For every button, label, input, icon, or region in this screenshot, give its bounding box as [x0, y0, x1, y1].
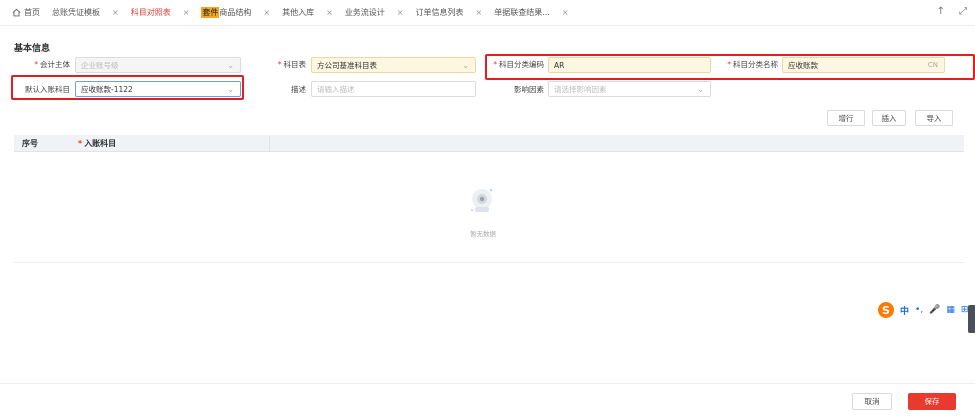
- tab-label: 商品结构: [219, 8, 252, 17]
- ime-toolbar[interactable]: S 中 •, 🎤 ▦ ⊞: [878, 301, 968, 319]
- section-title: 基本信息: [14, 44, 51, 54]
- required-mark: *: [493, 60, 497, 69]
- default-account-select[interactable]: 应收账款-1122 ⌄: [75, 81, 241, 97]
- tab-order-list[interactable]: 订单信息列表 ×: [410, 0, 489, 26]
- tab-label: 科目对照表: [130, 8, 171, 17]
- accounting-entity-label: * 会计主体: [30, 59, 70, 70]
- footer-divider: [0, 383, 975, 384]
- expand-icon[interactable]: ⤢: [959, 6, 967, 17]
- description-input[interactable]: 请输入描述: [311, 81, 476, 97]
- close-icon[interactable]: ×: [562, 8, 569, 17]
- close-icon[interactable]: ×: [476, 8, 483, 17]
- close-icon[interactable]: ×: [183, 8, 190, 17]
- default-account-label: 默认入账科目: [25, 85, 70, 94]
- insert-button[interactable]: 插入: [872, 110, 906, 126]
- category-name-label: * 科目分类名称: [718, 59, 778, 70]
- column-header-account: * 入账科目: [78, 134, 270, 152]
- side-drawer-handle[interactable]: [968, 305, 975, 333]
- label-text: 科目分类名称: [733, 60, 778, 69]
- chevron-down-icon: ⌄: [227, 85, 234, 94]
- tab-linked-query-results[interactable]: 单据联查结果... ×: [488, 0, 574, 26]
- chevron-down-icon: ⌄: [697, 85, 704, 94]
- tab-label: 总账凭证模板: [52, 8, 100, 17]
- close-icon[interactable]: ×: [326, 8, 333, 17]
- table-header: 序号 * 入账科目: [14, 134, 964, 152]
- empty-state-text: 暂无数据: [470, 230, 496, 238]
- category-code-label: * 科目分类编码: [488, 59, 544, 70]
- placeholder-text: 请选择影响因素: [554, 84, 607, 94]
- account-table-select[interactable]: 方公司基准科目表 ⌄: [311, 57, 476, 73]
- tab-label: 单据联查结果...: [494, 8, 550, 17]
- impact-factor-select[interactable]: 请选择影响因素 ⌄: [548, 81, 711, 97]
- tab-voucher-template[interactable]: 总账凭证模板 ×: [46, 0, 125, 26]
- tab-tools: ↑ ⤢: [937, 6, 967, 17]
- tab-label: 首页: [24, 8, 40, 17]
- table-bottom-border: [14, 262, 964, 263]
- close-icon[interactable]: ×: [112, 8, 119, 17]
- required-mark: *: [78, 138, 83, 148]
- placeholder-text: 企业账号级: [81, 60, 119, 70]
- column-label: 入账科目: [84, 138, 117, 148]
- close-icon[interactable]: ×: [397, 8, 404, 17]
- field-value: 应收账款: [788, 60, 818, 70]
- tab-other-inbound[interactable]: 其他入库 ×: [276, 0, 339, 26]
- description-label: 描述: [291, 85, 306, 94]
- add-row-button[interactable]: 增行: [827, 110, 865, 126]
- save-button[interactable]: 保存: [908, 393, 956, 410]
- ime-punctuation-icon[interactable]: •,: [915, 305, 923, 315]
- import-button[interactable]: 导入: [915, 110, 953, 126]
- accounting-entity-select[interactable]: 企业账号级 ⌄: [75, 57, 241, 73]
- required-mark: *: [277, 60, 282, 69]
- category-name-input[interactable]: 应收账款 CN: [782, 57, 945, 73]
- tab-home[interactable]: 首页: [6, 0, 46, 26]
- tab-bar: 首页 总账凭证模板 × 科目对照表 × 套件 商品结构 × 其他入库 × 业务流设…: [0, 0, 975, 26]
- impact-factor-label: 影响因素: [514, 85, 544, 94]
- placeholder-text: 请输入描述: [317, 84, 355, 94]
- label-text: 科目分类编码: [499, 60, 544, 69]
- cancel-button[interactable]: 取消: [852, 393, 892, 410]
- tab-label: 订单信息列表: [415, 8, 464, 17]
- tab-label: 业务流设计: [344, 8, 385, 17]
- ime-logo-icon[interactable]: S: [878, 302, 894, 318]
- label-text: 会计主体: [40, 60, 70, 69]
- language-suffix[interactable]: CN: [928, 61, 938, 69]
- account-table-label: * 科目表: [270, 59, 306, 70]
- close-icon[interactable]: ×: [263, 8, 270, 17]
- tab-workflow-design[interactable]: 业务流设计 ×: [339, 0, 410, 26]
- empty-state-icon: [466, 183, 496, 223]
- category-code-input[interactable]: AR: [548, 57, 711, 73]
- tab-label-highlight: 套件: [201, 7, 220, 18]
- required-mark: *: [34, 60, 38, 69]
- column-header-seq: 序号: [22, 138, 38, 148]
- tab-account-mapping[interactable]: 科目对照表 ×: [125, 0, 196, 26]
- field-value: 应收账款-1122: [81, 84, 133, 94]
- home-icon: [12, 8, 21, 17]
- field-value: AR: [554, 60, 565, 70]
- tab-label: 其他入库: [282, 8, 315, 17]
- ime-language-toggle[interactable]: 中: [900, 304, 909, 317]
- label-text: 科目表: [283, 60, 307, 69]
- chevron-down-icon: ⌄: [227, 61, 234, 70]
- required-mark: *: [727, 60, 731, 69]
- tab-product-structure[interactable]: 套件 商品结构 ×: [195, 0, 276, 26]
- arrow-up-icon[interactable]: ↑: [937, 6, 945, 17]
- field-value: 方公司基准科目表: [317, 60, 377, 70]
- microphone-icon[interactable]: 🎤: [929, 305, 940, 315]
- chevron-down-icon: ⌄: [462, 61, 469, 70]
- keyboard-icon[interactable]: ▦: [946, 305, 955, 315]
